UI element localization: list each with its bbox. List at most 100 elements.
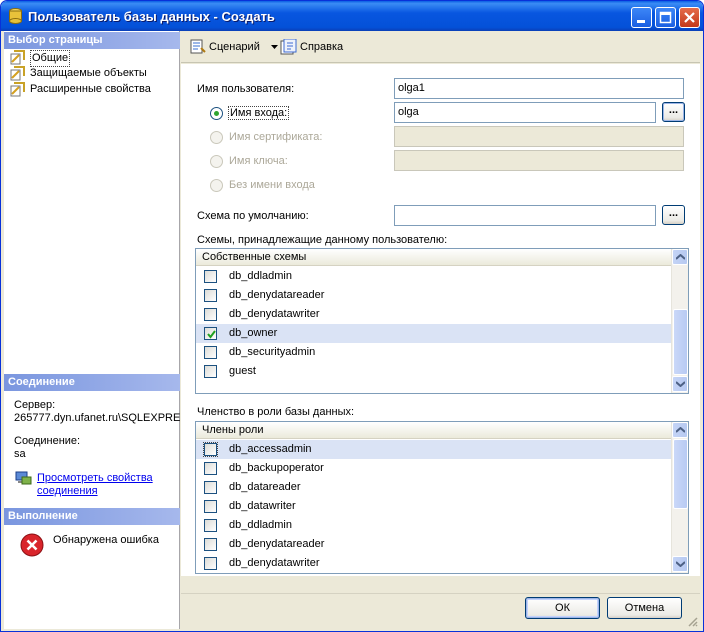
checkbox[interactable]: [204, 365, 217, 378]
title-bar[interactable]: Пользователь базы данных - Создать: [1, 1, 703, 31]
username-label: Имя пользователя:: [197, 83, 295, 95]
nav-item-label: Общие: [30, 50, 71, 67]
connection-label: Соединение:: [14, 435, 81, 447]
page-icon: [10, 50, 25, 65]
server-label: Сервер:: [14, 399, 56, 411]
view-connection-properties-link[interactable]: Просмотреть свойства соединения: [37, 472, 177, 498]
checkbox[interactable]: [204, 346, 217, 359]
role-row[interactable]: db_datawriter: [196, 497, 672, 516]
schema-row[interactable]: db_ddladmin: [196, 267, 672, 286]
maximize-icon: [659, 11, 672, 24]
without-login-label: Без имени входа: [229, 179, 315, 191]
dialog-body: Выбор страницы Общие Защищаемые объекты …: [4, 31, 700, 629]
login-radio[interactable]: [210, 107, 223, 120]
chevron-down-icon: [271, 45, 278, 49]
minimize-button[interactable]: [631, 7, 652, 28]
row-label: db_datawriter: [229, 500, 296, 512]
role-row[interactable]: db_denydatareader: [196, 535, 672, 554]
certificate-input[interactable]: [394, 126, 684, 147]
ok-button[interactable]: ОК: [525, 597, 600, 619]
scroll-up-button[interactable]: [672, 422, 688, 438]
chevron-up-icon: [676, 427, 685, 433]
chevron-up-icon: [676, 254, 685, 260]
role-membership-caption: Членство в роли базы данных:: [197, 406, 355, 418]
role-membership-list: Члены роли db_accessadmin db_backupoperat…: [195, 421, 689, 574]
scroll-down-button[interactable]: [672, 376, 688, 392]
row-label: db_securityadmin: [229, 346, 316, 358]
connection-header: Соединение: [4, 374, 180, 391]
checkbox[interactable]: [203, 442, 218, 457]
checkbox[interactable]: [204, 500, 217, 513]
radio-dot: [214, 111, 219, 116]
error-icon: [20, 533, 44, 557]
cancel-button[interactable]: Отмена: [607, 597, 682, 619]
checkbox[interactable]: [204, 308, 217, 321]
without-login-radio[interactable]: [210, 179, 223, 192]
checkbox[interactable]: [204, 462, 217, 475]
minimize-icon: [637, 20, 645, 23]
script-button[interactable]: Сценарий: [189, 39, 278, 55]
schema-row[interactable]: guest: [196, 362, 672, 381]
check-icon: [207, 330, 216, 339]
nav-item-securables[interactable]: Защищаемые объекты: [10, 66, 175, 81]
schema-row[interactable]: db_denydatawriter: [196, 305, 672, 324]
roles-scrollbar[interactable]: [671, 422, 688, 573]
key-label: Имя ключа:: [229, 155, 288, 167]
role-row[interactable]: db_datareader: [196, 478, 672, 497]
schema-row[interactable]: db_securityadmin: [196, 343, 672, 362]
role-members-column-header[interactable]: Члены роли: [196, 422, 672, 439]
scroll-up-button[interactable]: [672, 249, 688, 265]
role-row[interactable]: db_accessadmin: [196, 440, 672, 459]
key-input[interactable]: [394, 150, 684, 171]
nav-item-extended-properties[interactable]: Расширенные свойства: [10, 82, 175, 97]
row-label: guest: [229, 365, 256, 377]
role-row[interactable]: db_ddladmin: [196, 516, 672, 535]
checkbox[interactable]: [204, 538, 217, 551]
certificate-label: Имя сертификата:: [229, 131, 323, 143]
checkbox-checked[interactable]: [204, 327, 217, 340]
default-schema-input[interactable]: [394, 205, 656, 226]
page-icon: [10, 66, 25, 81]
script-icon: [190, 39, 206, 54]
checkbox[interactable]: [204, 270, 217, 283]
owned-schemas-column-header[interactable]: Собственные схемы: [196, 249, 672, 266]
scroll-down-button[interactable]: [672, 556, 688, 572]
checkbox[interactable]: [204, 519, 217, 532]
checkbox[interactable]: [204, 289, 217, 302]
close-button[interactable]: [679, 7, 700, 28]
role-row[interactable]: db_denydatawriter: [196, 554, 672, 573]
nav-item-label: Расширенные свойства: [30, 83, 151, 95]
schema-row[interactable]: db_denydatareader: [196, 286, 672, 305]
nav-item-general[interactable]: Общие: [10, 50, 175, 67]
scroll-thumb[interactable]: [673, 439, 688, 509]
script-label: Сценарий: [209, 41, 260, 53]
left-pane: Выбор страницы Общие Защищаемые объекты …: [4, 31, 180, 629]
row-label: db_owner: [229, 327, 278, 339]
default-schema-label: Схема по умолчанию:: [197, 210, 309, 222]
role-row[interactable]: db_backupoperator: [196, 459, 672, 478]
scroll-thumb[interactable]: [673, 309, 688, 375]
row-label: db_denydatawriter: [229, 308, 320, 320]
row-label: db_ddladmin: [229, 519, 292, 531]
toolbar: Сценарий Справка: [181, 31, 700, 63]
resize-grip-icon[interactable]: [686, 615, 698, 627]
certificate-radio[interactable]: [210, 131, 223, 144]
default-schema-browse-button[interactable]: ...: [662, 205, 685, 225]
connection-value: sa: [14, 448, 26, 460]
username-input[interactable]: olga1: [394, 78, 684, 99]
nav-item-label: Защищаемые объекты: [30, 67, 147, 79]
help-button[interactable]: Справка: [280, 39, 350, 55]
server-value: 265777.dyn.ufanet.ru\SQLEXPRE: [14, 412, 181, 424]
page-icon: [10, 82, 25, 97]
checkbox[interactable]: [204, 557, 217, 570]
row-label: db_denydatareader: [229, 538, 325, 550]
dialog-window: Пользователь базы данных - Создать Выбор…: [0, 0, 704, 632]
login-input[interactable]: olga: [394, 102, 656, 123]
chevron-down-icon: [676, 381, 685, 387]
maximize-button[interactable]: [655, 7, 676, 28]
login-browse-button[interactable]: ...: [662, 102, 685, 122]
schemas-scrollbar[interactable]: [671, 249, 688, 393]
key-radio[interactable]: [210, 155, 223, 168]
schema-row[interactable]: db_owner: [196, 324, 672, 343]
checkbox[interactable]: [204, 481, 217, 494]
